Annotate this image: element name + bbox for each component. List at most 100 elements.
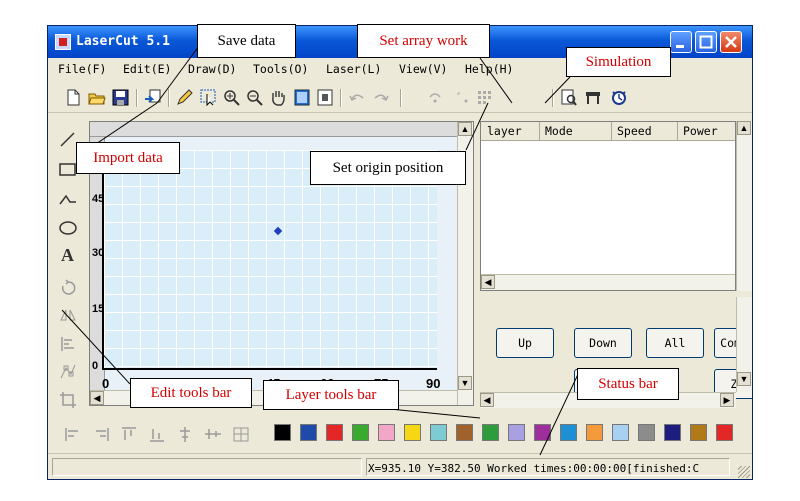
app-icon bbox=[55, 34, 71, 50]
callout-edit-tools-bar: Edit tools bar bbox=[130, 378, 252, 408]
color-swatch[interactable] bbox=[326, 424, 343, 441]
scroll-left-button[interactable]: ◀ bbox=[90, 391, 104, 405]
scroll-right-button[interactable]: ▶ bbox=[720, 393, 734, 407]
toolbar-separator bbox=[340, 89, 342, 107]
layer-list[interactable]: layer Mode Speed Power ◀ bbox=[480, 121, 736, 291]
color-swatch[interactable] bbox=[560, 424, 577, 441]
y-axis-label: 30 bbox=[92, 247, 105, 259]
align-top-icon[interactable] bbox=[120, 426, 138, 443]
menu-draw[interactable]: Draw(D) bbox=[188, 62, 236, 76]
page-view-icon[interactable] bbox=[293, 89, 311, 106]
color-swatch[interactable] bbox=[274, 424, 291, 441]
align-right-icon[interactable] bbox=[92, 426, 110, 443]
color-swatch[interactable] bbox=[404, 424, 421, 441]
undo-icon[interactable] bbox=[348, 89, 366, 106]
color-swatch[interactable] bbox=[664, 424, 681, 441]
column-mode[interactable]: Mode bbox=[545, 124, 573, 138]
save-icon[interactable] bbox=[112, 89, 130, 106]
column-speed[interactable]: Speed bbox=[617, 124, 652, 138]
move-origin-icon[interactable] bbox=[454, 89, 472, 106]
center-horizontal-icon[interactable] bbox=[204, 426, 222, 443]
menu-view[interactable]: View(V) bbox=[399, 62, 447, 76]
color-swatch[interactable] bbox=[716, 424, 733, 441]
set-origin-icon[interactable] bbox=[426, 89, 444, 106]
center-page-icon[interactable] bbox=[232, 426, 250, 443]
scroll-up-button[interactable]: ▲ bbox=[458, 122, 472, 136]
ellipse-tool-icon[interactable] bbox=[58, 218, 78, 238]
open-folder-icon[interactable] bbox=[88, 89, 106, 106]
maximize-button[interactable] bbox=[695, 31, 717, 53]
color-swatch[interactable] bbox=[586, 424, 603, 441]
color-swatch[interactable] bbox=[482, 424, 499, 441]
timer-icon[interactable] bbox=[610, 89, 628, 106]
lasercut-window: LaserCut 5.1 File(F) Edit(E) Draw(D) Too… bbox=[47, 25, 753, 480]
callout-set-origin-position: Set origin position bbox=[310, 151, 466, 185]
simulation-icon[interactable] bbox=[584, 89, 602, 106]
zoom-in-icon[interactable] bbox=[223, 89, 241, 106]
color-swatch[interactable] bbox=[430, 424, 447, 441]
crop-tool-icon[interactable] bbox=[58, 390, 78, 410]
new-file-icon[interactable] bbox=[64, 89, 82, 106]
down-button[interactable]: Down bbox=[574, 328, 632, 358]
menu-edit[interactable]: Edit(E) bbox=[123, 62, 171, 76]
color-swatch[interactable] bbox=[508, 424, 525, 441]
minimize-button[interactable] bbox=[670, 31, 692, 53]
color-swatch[interactable] bbox=[352, 424, 369, 441]
column-power[interactable]: Power bbox=[683, 124, 718, 138]
rectangle-tool-icon[interactable] bbox=[58, 160, 78, 180]
center-vertical-icon[interactable] bbox=[176, 426, 194, 443]
scroll-up-button[interactable]: ▲ bbox=[737, 121, 751, 135]
toolbar-separator bbox=[136, 89, 138, 107]
pencil-icon[interactable] bbox=[176, 89, 194, 106]
align-left-icon[interactable] bbox=[64, 426, 82, 443]
layer-list-vertical-scrollbar[interactable]: ▲ bbox=[736, 121, 752, 291]
origin-marker[interactable] bbox=[273, 226, 283, 236]
color-swatch[interactable] bbox=[300, 424, 317, 441]
menu-help[interactable]: Help(H) bbox=[465, 62, 513, 76]
hand-pan-icon[interactable] bbox=[269, 89, 287, 106]
color-swatch[interactable] bbox=[534, 424, 551, 441]
color-swatch[interactable] bbox=[690, 424, 707, 441]
import-icon[interactable] bbox=[144, 89, 162, 106]
zoom-out-icon[interactable] bbox=[246, 89, 264, 106]
menu-tools[interactable]: Tools(O) bbox=[253, 62, 308, 76]
align-tool-icon[interactable] bbox=[58, 334, 78, 354]
scroll-down-button[interactable]: ▼ bbox=[458, 376, 472, 390]
menu-laser[interactable]: Laser(L) bbox=[326, 62, 381, 76]
select-node-icon[interactable] bbox=[200, 89, 218, 106]
fit-view-icon[interactable] bbox=[316, 89, 334, 106]
color-swatch[interactable] bbox=[638, 424, 655, 441]
resize-grip-icon[interactable] bbox=[738, 466, 750, 478]
scroll-left-button[interactable]: ◀ bbox=[481, 275, 495, 289]
polyline-tool-icon[interactable] bbox=[58, 190, 78, 210]
x-axis-label: 0 bbox=[102, 376, 110, 391]
rotate-tool-icon[interactable] bbox=[58, 278, 78, 298]
array-icon[interactable] bbox=[476, 89, 494, 106]
control-panel-vertical-scrollbar[interactable]: ▼ bbox=[736, 297, 752, 392]
text-tool-icon[interactable]: A bbox=[58, 244, 78, 264]
main-toolbar bbox=[48, 82, 752, 113]
color-swatch[interactable] bbox=[456, 424, 473, 441]
redo-icon[interactable] bbox=[372, 89, 390, 106]
node-edit-tool-icon[interactable] bbox=[58, 362, 78, 382]
status-text: X=935.10 Y=382.50 Worked times:00:00:00[… bbox=[368, 462, 700, 475]
color-swatch[interactable] bbox=[612, 424, 629, 441]
svg-text:A: A bbox=[61, 245, 74, 264]
up-button[interactable]: Up bbox=[496, 328, 554, 358]
mirror-tool-icon[interactable] bbox=[58, 306, 78, 326]
close-button[interactable] bbox=[720, 31, 742, 53]
color-swatch[interactable] bbox=[378, 424, 395, 441]
preview-icon[interactable] bbox=[560, 89, 578, 106]
menu-file[interactable]: File(F) bbox=[58, 62, 106, 76]
column-layer[interactable]: layer bbox=[487, 124, 522, 138]
scroll-down-button[interactable]: ▼ bbox=[737, 372, 751, 386]
line-tool-icon[interactable] bbox=[58, 130, 78, 150]
y-axis-label: 0 bbox=[92, 360, 99, 372]
scroll-left-button[interactable]: ◀ bbox=[480, 393, 494, 407]
align-bottom-icon[interactable] bbox=[148, 426, 166, 443]
layer-list-horizontal-scrollbar[interactable]: ◀ bbox=[481, 274, 735, 290]
callout-import-data: Import data bbox=[76, 142, 180, 174]
column-separator bbox=[539, 122, 540, 140]
all-button[interactable]: All bbox=[646, 328, 704, 358]
toolbar-separator bbox=[400, 89, 402, 107]
